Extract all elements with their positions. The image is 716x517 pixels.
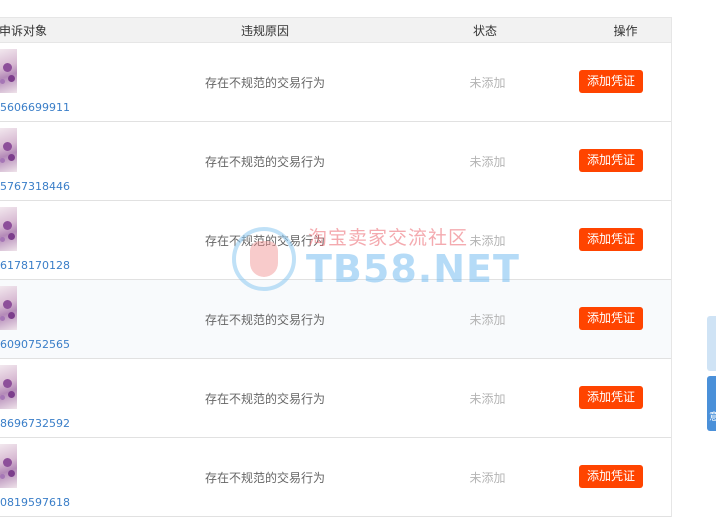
add-evidence-button[interactable]: 添加凭证 bbox=[579, 228, 643, 251]
side-feedback-tab[interactable]: 意 bbox=[707, 376, 716, 431]
evidence-status: 未添加 bbox=[469, 76, 506, 90]
violation-reason: 存在不规范的交易行为 bbox=[204, 392, 325, 406]
table-row: 5767318446 存在不规范的交易行为 未添加 添加凭证 bbox=[0, 122, 671, 201]
table-row: 6178170128 存在不规范的交易行为 未添加 添加凭证 bbox=[0, 201, 671, 280]
header-reason: 违规原因 bbox=[240, 23, 289, 38]
side-tab-label: 意 bbox=[709, 412, 716, 423]
item-id-link[interactable]: 8696732592 bbox=[0, 417, 70, 430]
table-row: 0819597618 存在不规范的交易行为 未添加 添加凭证 bbox=[0, 438, 671, 517]
violation-reason: 存在不规范的交易行为 bbox=[204, 155, 325, 169]
table-row: 6090752565 存在不规范的交易行为 未添加 添加凭证 bbox=[0, 280, 671, 359]
item-thumbnail[interactable] bbox=[0, 444, 17, 488]
item-thumbnail[interactable] bbox=[0, 128, 17, 172]
header-action: 操作 bbox=[613, 23, 638, 38]
header-object: 申诉对象 bbox=[0, 23, 48, 38]
table-row: 5606699911 存在不规范的交易行为 未添加 添加凭证 bbox=[0, 43, 671, 122]
side-float-tab-top[interactable] bbox=[707, 316, 716, 371]
header-status: 状态 bbox=[472, 23, 497, 38]
evidence-status: 未添加 bbox=[469, 234, 506, 248]
item-id-link[interactable]: 5767318446 bbox=[0, 180, 70, 193]
violation-reason: 存在不规范的交易行为 bbox=[204, 313, 325, 327]
violation-reason: 存在不规范的交易行为 bbox=[204, 471, 325, 485]
violation-reason: 存在不规范的交易行为 bbox=[204, 234, 325, 248]
add-evidence-button[interactable]: 添加凭证 bbox=[579, 307, 643, 330]
violation-reason: 存在不规范的交易行为 bbox=[204, 76, 325, 90]
evidence-status: 未添加 bbox=[469, 392, 506, 406]
add-evidence-button[interactable]: 添加凭证 bbox=[579, 70, 643, 93]
item-thumbnail[interactable] bbox=[0, 365, 17, 409]
evidence-status: 未添加 bbox=[469, 471, 506, 485]
item-thumbnail[interactable] bbox=[0, 49, 17, 93]
table-row: 8696732592 存在不规范的交易行为 未添加 添加凭证 bbox=[0, 359, 671, 438]
item-id-link[interactable]: 6178170128 bbox=[0, 259, 70, 272]
evidence-status: 未添加 bbox=[469, 155, 506, 169]
item-id-link[interactable]: 0819597618 bbox=[0, 496, 70, 509]
table-header: 申诉对象 违规原因 状态 操作 bbox=[0, 18, 671, 43]
item-thumbnail[interactable] bbox=[0, 286, 17, 330]
add-evidence-button[interactable]: 添加凭证 bbox=[579, 386, 643, 409]
evidence-status: 未添加 bbox=[469, 313, 506, 327]
add-evidence-button[interactable]: 添加凭证 bbox=[579, 149, 643, 172]
item-id-link[interactable]: 5606699911 bbox=[0, 101, 70, 114]
item-thumbnail[interactable] bbox=[0, 207, 17, 251]
add-evidence-button[interactable]: 添加凭证 bbox=[579, 465, 643, 488]
item-id-link[interactable]: 6090752565 bbox=[0, 338, 70, 351]
appeal-table: 申诉对象 违规原因 状态 操作 5606699911 存在不规范的交易行为 未添… bbox=[0, 17, 672, 517]
